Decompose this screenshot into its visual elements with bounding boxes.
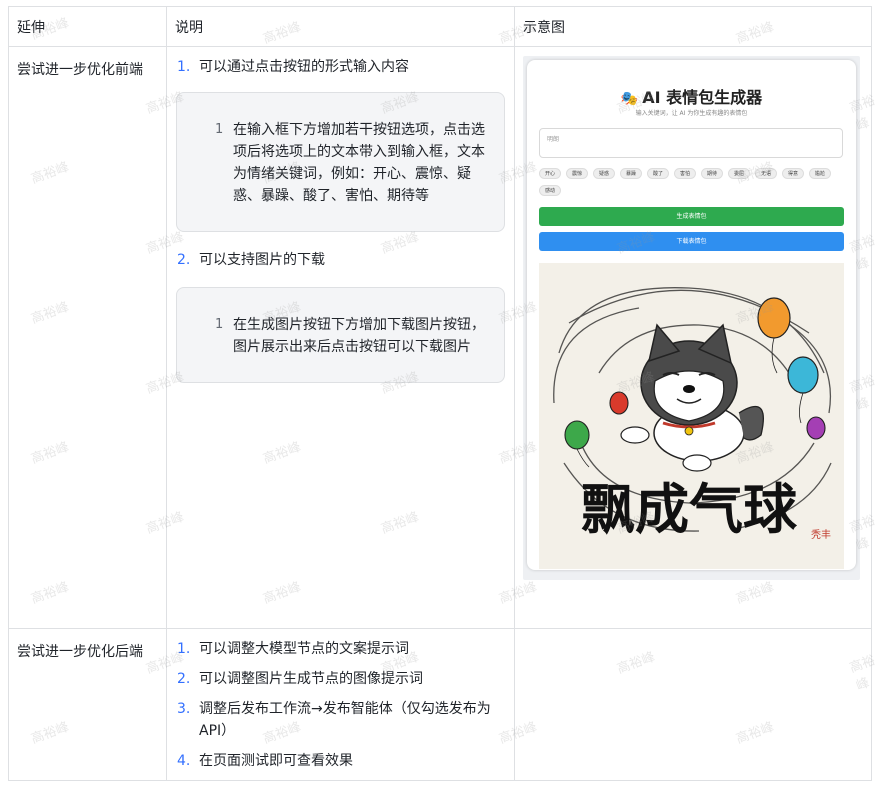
emotion-chip[interactable]: 震惊 bbox=[566, 168, 589, 179]
balloon-green bbox=[564, 420, 590, 468]
emotion-chip[interactable]: 开心 bbox=[539, 168, 562, 179]
callout-item: 1 在生成图片按钮下方增加下载图片按钮， 图片展示出来后点击按钮可以下载图片 bbox=[177, 314, 504, 358]
content-table: 延伸 说明 示意图 尝试进一步优化前端 1. 可以通过点击按钮的形式输入内容 1… bbox=[8, 6, 872, 781]
table-row: 尝试进一步优化前端 1. 可以通过点击按钮的形式输入内容 1 在输入框下方增加若… bbox=[8, 46, 872, 629]
balloon-purple bbox=[806, 416, 826, 440]
header-extension: 延伸 bbox=[8, 6, 167, 47]
theater-masks-icon: 🎭 bbox=[620, 91, 639, 107]
callout-box: 1 在输入框下方增加若干按钮选项，点击选 项后将选项上的文本带入到输入框，文本 … bbox=[176, 92, 505, 232]
list-number: 3. bbox=[177, 701, 191, 717]
row-label-cell: 尝试进一步优化前端 bbox=[8, 46, 167, 629]
numbered-list: 2. 可以支持图片的下载 bbox=[175, 249, 514, 271]
shiba-dog bbox=[620, 323, 765, 472]
callout-number: 1 bbox=[215, 122, 224, 137]
callout-line: 项后将选项上的文本带入到输入框，文本 bbox=[233, 144, 485, 160]
image-caption: 飘成气球 bbox=[581, 478, 798, 541]
list-number: 1. bbox=[177, 59, 191, 75]
balloon-cyan bbox=[787, 356, 819, 424]
list-text: 在页面测试即可查看效果 bbox=[199, 753, 353, 769]
keyword-input[interactable]: 明朗 bbox=[539, 128, 843, 158]
row-label: 尝试进一步优化后端 bbox=[17, 644, 143, 660]
emotion-chip[interactable]: 尴尬 bbox=[809, 168, 832, 179]
list-text: 可以调整图片生成节点的图像提示词 bbox=[199, 671, 423, 687]
list-text: 可以调整大模型节点的文案提示词 bbox=[199, 641, 409, 657]
header-row: 延伸 说明 示意图 bbox=[8, 6, 872, 47]
list-item: 3. 调整后发布工作流→发布智能体（仅勾选发布为 API） bbox=[175, 698, 506, 742]
balloon-red bbox=[609, 391, 629, 415]
download-button[interactable]: 下载表情包 bbox=[539, 232, 844, 251]
list-item: 1. 可以调整大模型节点的文案提示词 bbox=[175, 638, 506, 660]
artist-seal: 秃丰 bbox=[811, 528, 831, 541]
app-mockup: 🎭 AI 表情包生成器 输入关键词，让 AI 为你生成有趣的表情包 明朗 开心 震… bbox=[527, 60, 856, 570]
list-text: 可以通过点击按钮的形式输入内容 bbox=[199, 59, 409, 75]
emotion-chip[interactable]: 酸了 bbox=[647, 168, 670, 179]
illustration-cell: 🎭 AI 表情包生成器 输入关键词，让 AI 为你生成有趣的表情包 明朗 开心 震… bbox=[514, 46, 872, 629]
list-item: 2. 可以调整图片生成节点的图像提示词 bbox=[175, 668, 506, 690]
description-cell: 1. 可以通过点击按钮的形式输入内容 1 在输入框下方增加若干按钮选项，点击选 … bbox=[166, 46, 515, 629]
callout-line: 为情绪关键词，例如：开心、震惊、疑 bbox=[233, 166, 471, 182]
emotion-chip[interactable]: 感动 bbox=[539, 185, 562, 196]
keyword-input-placeholder: 明朗 bbox=[547, 136, 560, 143]
generated-meme-image: 飘成气球 秃丰 bbox=[539, 263, 844, 569]
callout-line: 惑、暴躁、酸了、害怕、期待等 bbox=[233, 188, 429, 204]
list-item: 2. 可以支持图片的下载 bbox=[175, 249, 514, 271]
shiba-balloon-illustration: 飘成气球 秃丰 bbox=[553, 287, 832, 541]
header-illustration: 示意图 bbox=[514, 6, 872, 47]
list-item: 4. 在页面测试即可查看效果 bbox=[175, 750, 506, 772]
app-title-text: AI 表情包生成器 bbox=[642, 88, 763, 107]
callout-line: 在输入框下方增加若干按钮选项，点击选 bbox=[233, 122, 485, 138]
emotion-chip[interactable]: 暴躁 bbox=[620, 168, 643, 179]
emotion-chip[interactable]: 期待 bbox=[701, 168, 724, 179]
row-label: 尝试进一步优化前端 bbox=[17, 62, 143, 78]
emotion-chip[interactable]: 害怕 bbox=[674, 168, 697, 179]
description-cell: 1. 可以调整大模型节点的文案提示词 2. 可以调整图片生成节点的图像提示词 3… bbox=[166, 628, 515, 781]
callout-number: 1 bbox=[215, 317, 224, 332]
list-text: 调整后发布工作流→发布智能体（仅勾选发布为 bbox=[199, 701, 491, 717]
header-description: 说明 bbox=[166, 6, 515, 47]
list-text: 可以支持图片的下载 bbox=[199, 252, 325, 268]
emotion-chip[interactable]: 疑惑 bbox=[593, 168, 616, 179]
numbered-list: 1. 可以调整大模型节点的文案提示词 2. 可以调整图片生成节点的图像提示词 3… bbox=[167, 629, 514, 772]
table-row: 尝试进一步优化后端 1. 可以调整大模型节点的文案提示词 2. 可以调整图片生成… bbox=[8, 628, 872, 781]
balloon-orange bbox=[757, 297, 791, 374]
list-number: 4. bbox=[177, 753, 191, 769]
callout-box: 1 在生成图片按钮下方增加下载图片按钮， 图片展示出来后点击按钮可以下载图片 bbox=[176, 287, 505, 383]
callout-line: 在生成图片按钮下方增加下载图片按钮， bbox=[233, 317, 485, 333]
emotion-chip[interactable]: 委屈 bbox=[728, 168, 751, 179]
list-number: 2. bbox=[177, 252, 191, 268]
screenshot-frame: 🎭 AI 表情包生成器 输入关键词，让 AI 为你生成有趣的表情包 明朗 开心 震… bbox=[523, 56, 860, 580]
generate-button[interactable]: 生成表情包 bbox=[539, 207, 844, 226]
callout-line: 图片展示出来后点击按钮可以下载图片 bbox=[233, 339, 471, 355]
emotion-chip[interactable]: 得意 bbox=[782, 168, 805, 179]
app-title: 🎭 AI 表情包生成器 bbox=[527, 84, 856, 108]
callout-item: 1 在输入框下方增加若干按钮选项，点击选 项后将选项上的文本带入到输入框，文本 … bbox=[177, 119, 504, 207]
list-item: 1. 可以通过点击按钮的形式输入内容 bbox=[175, 56, 514, 78]
row-label-cell: 尝试进一步优化后端 bbox=[8, 628, 167, 781]
list-number: 1. bbox=[177, 641, 191, 657]
emotion-chip[interactable]: 无语 bbox=[755, 168, 778, 179]
list-text: API） bbox=[199, 723, 236, 739]
app-subtitle: 输入关键词，让 AI 为你生成有趣的表情包 bbox=[635, 110, 748, 117]
illustration-cell-empty bbox=[514, 628, 872, 781]
list-number: 2. bbox=[177, 671, 191, 687]
numbered-list: 1. 可以通过点击按钮的形式输入内容 bbox=[175, 56, 514, 78]
